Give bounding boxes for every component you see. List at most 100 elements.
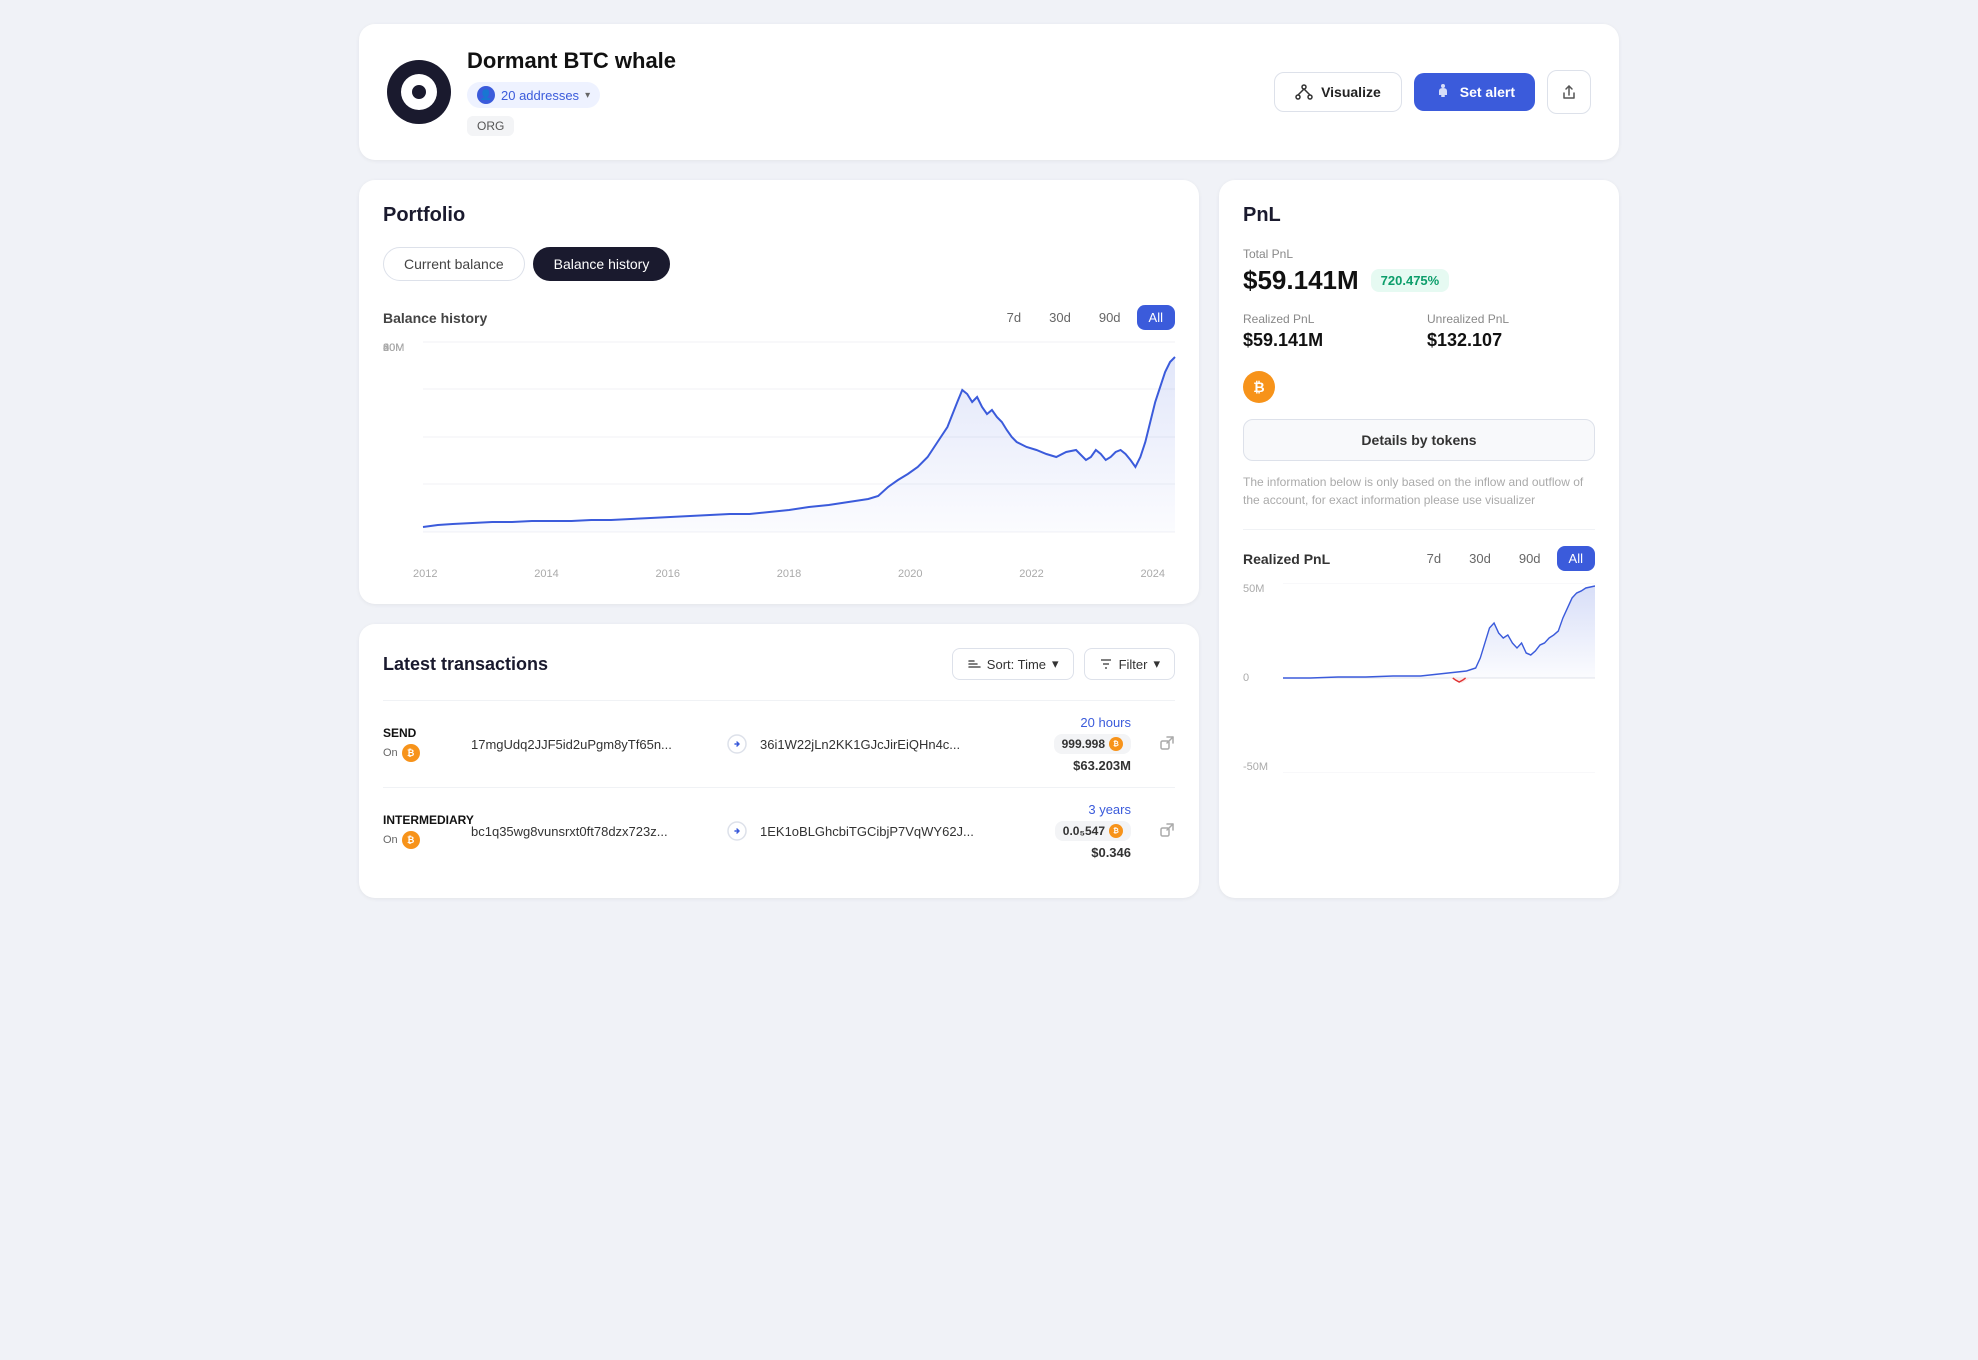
main-grid: Portfolio Current balance Balance histor… [359,180,1619,898]
share-icon [1560,83,1578,101]
unrealized-label: Unrealized PnL [1427,312,1595,326]
tx-external-link-2[interactable] [1139,822,1175,841]
portfolio-chart-svg [423,342,1175,532]
time-btn-30d[interactable]: 30d [1037,305,1083,330]
sort-button[interactable]: Sort: Time ▾ [952,648,1074,680]
unrealized-pnl-item: Unrealized PnL $132.107 [1427,312,1595,351]
set-alert-button[interactable]: Set alert [1414,73,1535,111]
visualize-label: Visualize [1321,84,1381,100]
tx-to-addr-1: 36i1W22jLn2KK1GJcJirEiQHn4c... [760,737,1003,752]
on-label-1: On [383,747,398,759]
header-left: Dormant BTC whale 👤 20 addresses ▾ ORG [387,48,676,136]
portfolio-card: Portfolio Current balance Balance histor… [359,180,1199,604]
pnl-info-text: The information below is only based on t… [1243,473,1595,509]
addresses-icon: 👤 [477,86,495,104]
tab-current-balance[interactable]: Current balance [383,247,525,281]
realized-value: $59.141M [1243,330,1411,351]
pnl-time-30d[interactable]: 30d [1457,546,1503,571]
portfolio-chart-area: 80M 60M 40M 20M 0 [383,342,1175,562]
btc-badge-1: ₿ [402,744,420,762]
realized-pnl-item: Realized PnL $59.141M [1243,312,1411,351]
tx-controls: Sort: Time ▾ Filter ▾ [952,648,1175,680]
tx-amount-badge-2: 0.0₅547 ₿ [1055,821,1131,841]
alert-icon [1434,83,1452,101]
chevron-icon: ▾ [585,90,590,101]
x-label-2024: 2024 [1141,568,1165,580]
entity-title: Dormant BTC whale [467,48,676,74]
time-btn-7d[interactable]: 7d [995,305,1033,330]
x-label-2018: 2018 [777,568,801,580]
tx-amount-col-2: 3 years 0.0₅547 ₿ $0.346 [1011,802,1131,860]
pnl-time-7d[interactable]: 7d [1415,546,1453,571]
x-label-2020: 2020 [898,568,922,580]
pnl-chart-svg [1283,583,1595,773]
visualize-icon [1295,83,1313,101]
x-label-2012: 2012 [413,568,437,580]
pnl-y-50m: 50M [1243,583,1268,595]
pnl-y-axis: 50M 0 -50M [1243,583,1268,783]
x-label-2022: 2022 [1019,568,1043,580]
realized-label: Realized PnL [1243,312,1411,326]
tx-time-2: 3 years [1088,802,1131,817]
pnl-divider [1243,529,1595,530]
sort-icon [967,657,981,671]
visualize-button[interactable]: Visualize [1274,72,1402,112]
x-label-2014: 2014 [534,568,558,580]
arrow-icon-1 [727,734,747,754]
btc-icon-row: ₿ [1243,371,1595,403]
total-pnl-value: $59.141M [1243,265,1359,296]
tx-time-1: 20 hours [1080,715,1131,730]
share-button[interactable] [1547,70,1591,114]
y-label-0: 0 [383,342,389,354]
time-btn-all[interactable]: All [1137,305,1175,330]
tx-type-2: INTERMEDIARY On ₿ [383,813,463,849]
tx-arrow-2 [722,821,752,841]
tx-on-row-1: On ₿ [383,744,463,762]
tx-external-link-1[interactable] [1139,735,1175,754]
tx-type-label-1: SEND [383,726,463,740]
external-link-icon-2 [1159,822,1175,838]
x-label-2016: 2016 [656,568,680,580]
tx-from-addr-1: 17mgUdq2JJF5id2uPgm8yTf65n... [471,737,714,752]
left-col: Portfolio Current balance Balance histor… [359,180,1199,898]
pnl-card: PnL Total PnL $59.141M 720.475% Realized… [1219,180,1619,898]
x-axis-labels: 2012 2014 2016 2018 2020 2022 2024 [383,568,1175,580]
tx-type-1: SEND On ₿ [383,726,463,762]
tx-from-addr-2: bc1q35wg8vunsrxt0ft78dzx723z... [471,824,714,839]
chart-title: Balance history [383,310,487,326]
time-btn-90d[interactable]: 90d [1087,305,1133,330]
filter-chevron-icon: ▾ [1153,656,1160,672]
tx-usd-1: $63.203M [1073,758,1131,773]
tx-to-addr-2: 1EK1oBLGhcbiTGCibjP7VqWY62J... [760,824,1003,839]
pnl-chart-area: 50M 0 -50M [1243,583,1595,783]
pnl-time-filter: 7d 30d 90d All [1415,546,1595,571]
addresses-row: 👤 20 addresses ▾ [467,82,676,108]
btc-badge-amount-2: ₿ [1109,824,1123,838]
pnl-time-all[interactable]: All [1557,546,1595,571]
header-actions: Visualize Set alert [1274,70,1591,114]
tx-usd-2: $0.346 [1091,845,1131,860]
addresses-badge[interactable]: 👤 20 addresses ▾ [467,82,600,108]
tx-amount-col-1: 20 hours 999.998 ₿ $63.203M [1011,715,1131,773]
tx-type-label-2: INTERMEDIARY [383,813,463,827]
filter-label: Filter [1119,657,1148,672]
tx-arrow-1 [722,734,752,754]
pnl-y-neg50m: -50M [1243,761,1268,773]
filter-icon [1099,657,1113,671]
details-by-tokens-button[interactable]: Details by tokens [1243,419,1595,461]
tab-balance-history[interactable]: Balance history [533,247,671,281]
tx-amount-2: 0.0₅547 [1063,824,1105,838]
tx-amount-badge-1: 999.998 ₿ [1054,734,1131,754]
chart-header: Balance history 7d 30d 90d All [383,305,1175,330]
arrow-icon-2 [727,821,747,841]
pnl-percent-badge: 720.475% [1371,269,1450,292]
avatar [387,60,451,124]
pnl-time-90d[interactable]: 90d [1507,546,1553,571]
realized-pnl-row: Realized PnL 7d 30d 90d All [1243,546,1595,571]
filter-button[interactable]: Filter ▾ [1084,648,1175,680]
external-link-icon-1 [1159,735,1175,751]
table-row: INTERMEDIARY On ₿ bc1q35wg8vunsrxt0ft78d… [383,787,1175,874]
addresses-count: 20 addresses [501,88,579,103]
transactions-card: Latest transactions Sort: Time ▾ [359,624,1199,898]
transactions-title: Latest transactions [383,654,548,675]
